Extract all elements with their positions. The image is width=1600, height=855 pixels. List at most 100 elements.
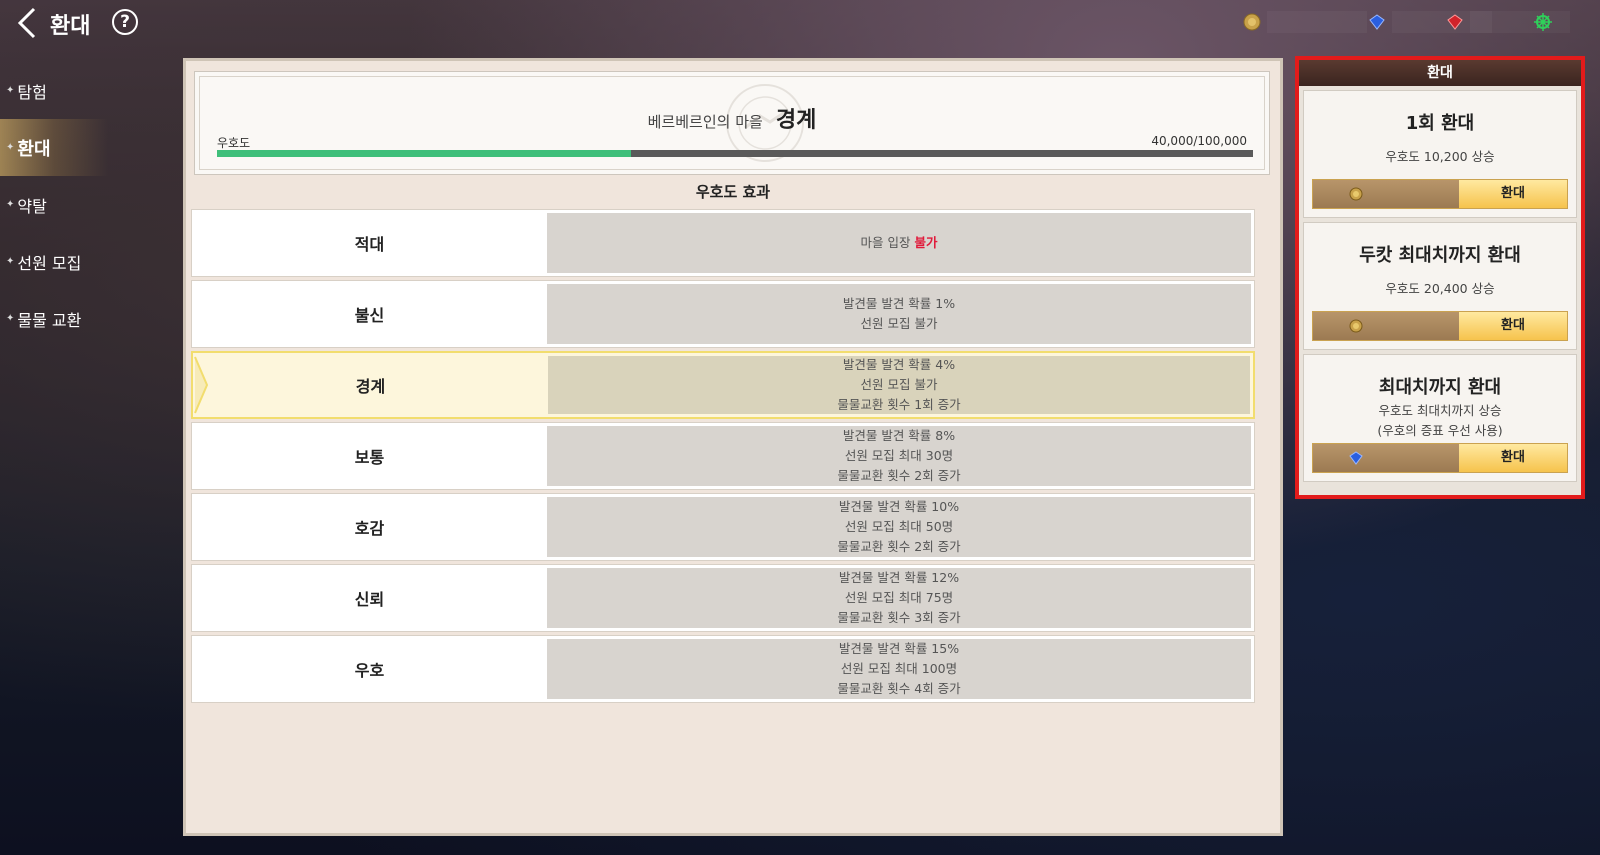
hospitality-button[interactable]: 환대: [1312, 179, 1568, 209]
effect-description: 발견물 발견 확률 15% 선원 모집 최대 100명물물교환 횟수 4회 증가: [547, 639, 1251, 699]
hospitality-title: 환대: [1299, 60, 1581, 86]
hospitality-desc-line: 우호도 최대치까지 상승: [1378, 403, 1502, 418]
help-icon[interactable]: ?: [112, 9, 138, 35]
effect-level-name: 신뢰: [354, 590, 385, 609]
effect-line: 물물교환 횟수 2회 증가: [837, 539, 961, 554]
hospitality-button-label: 환대: [1459, 312, 1567, 340]
effect-line: 발견물 발견 확률 12%: [838, 570, 960, 585]
hospitality-desc-line: 우호도 20,400 상승: [1385, 281, 1495, 296]
effect-row: 우호 발견물 발견 확률 15% 선원 모집 최대 100명물물교환 횟수 4회 증…: [191, 635, 1255, 703]
favor-label: 우호도: [217, 136, 251, 150]
effect-line: 선원 모집 최대 30명: [844, 448, 954, 463]
sidebar-item-label: 약탈: [17, 196, 47, 216]
effect-line: 발견물 발견 확률 4%: [842, 357, 956, 372]
currency-ship: [1534, 10, 1552, 34]
page-title: 환대: [50, 14, 91, 39]
nav-bullet-icon: ✦: [6, 256, 15, 267]
nav-bullet-icon: ✦: [6, 85, 15, 96]
hospitality-desc-line: (우호의 증표 우선 사용): [1377, 423, 1503, 438]
effect-description: 발견물 발견 확률 10% 선원 모집 최대 50명물물교환 횟수 2회 증가: [547, 497, 1251, 557]
hospitality-option-desc: 우호도 20,400 상승: [1304, 279, 1576, 299]
effect-description: 마을 입장 불가: [547, 213, 1251, 273]
effect-row: 불신 발견물 발견 확률 1% 선원 모집 불가: [191, 280, 1255, 348]
hospitality-option-desc: 우호도 10,200 상승: [1304, 147, 1576, 167]
gold-coin-icon: [1349, 319, 1363, 333]
sidebar-item-label: 선원 모집: [17, 253, 82, 273]
sidebar: ✦ 탐험 ✦ 환대 ✦ 약탈 ✦ 선원 모집 ✦ 물물 교환: [0, 62, 180, 347]
red-gem-icon: [1447, 14, 1463, 30]
current-level-arrow-icon: [194, 356, 209, 414]
effect-description: 발견물 발견 확률 8% 선원 모집 최대 30명물물교환 횟수 2회 증가: [547, 426, 1251, 486]
effects-table: 적대 마을 입장 불가 불신 발견물 발견 확률 1% 선원 모집 불가 경계 발견물 발견…: [191, 209, 1255, 706]
nav-bullet-icon: ✦: [6, 313, 15, 324]
hospitality-option-desc: 우호도 최대치까지 상승 (우호의 증표 우선 사용): [1304, 401, 1576, 441]
hospitality-desc-line: 우호도 10,200 상승: [1385, 149, 1495, 164]
favor-panel: 베르베르인의 마을 경계 우호도 40,000/100,000 우호도 효과 적…: [183, 58, 1283, 836]
sidebar-item-label: 환대: [17, 138, 51, 160]
effect-line: 선원 모집 불가: [860, 377, 938, 392]
cost-display: [1313, 180, 1459, 208]
hospitality-option-card: 1회 환대우호도 10,200 상승환대: [1303, 90, 1577, 218]
gold-coin-icon: [1243, 13, 1261, 31]
currency-gold: [1243, 10, 1367, 34]
cost-display: [1313, 444, 1459, 472]
effect-level-name: 적대: [354, 235, 385, 254]
currency-red-gem-amount: [1470, 11, 1570, 33]
village-name: 베르베르인의 마을: [647, 113, 763, 131]
effect-line: 물물교환 횟수 4회 증가: [837, 681, 961, 696]
sidebar-item-plunder[interactable]: ✦ 약탈: [0, 176, 180, 233]
effect-line: 선원 모집 최대 75명: [844, 590, 954, 605]
effect-level-name: 불신: [354, 306, 385, 325]
hospitality-button-label: 환대: [1459, 180, 1567, 208]
hospitality-option-card: 두캇 최대치까지 환대우호도 20,400 상승환대: [1303, 222, 1577, 350]
effect-line: 물물교환 횟수 3회 증가: [837, 610, 961, 625]
gold-coin-icon: [1349, 187, 1363, 201]
hospitality-panel: 환대 1회 환대 우호도 10,200 상승 환대 두캇 최대치까지 환대 우호도 20…: [1295, 56, 1585, 499]
effect-description: 발견물 발견 확률 4% 선원 모집 불가물물교환 횟수 1회 증가: [548, 356, 1250, 414]
effect-line: 발견물 발견 확률 15%: [838, 641, 960, 656]
effects-title: 우호도 효과: [695, 183, 771, 201]
hospitality-option-card: 최대치까지 환대우호도 최대치까지 상승 (우호의 증표 우선 사용) 환대: [1303, 354, 1577, 482]
back-arrow-icon[interactable]: [14, 6, 40, 40]
sidebar-item-barter[interactable]: ✦ 물물 교환: [0, 290, 180, 347]
effect-line: 발견물 발견 확률 1%: [842, 296, 956, 311]
favor-progress-bar: [217, 150, 1253, 157]
favor-progress-fill: [217, 150, 632, 157]
effect-description: 발견물 발견 확률 12% 선원 모집 최대 75명물물교환 횟수 3회 증가: [547, 568, 1251, 628]
effect-line: 마을 입장 불가: [860, 235, 938, 250]
hospitality-option-title: 1회 환대: [1405, 113, 1475, 134]
effect-line: 선원 모집 최대 50명: [844, 519, 954, 534]
effect-level-name: 보통: [354, 448, 385, 467]
blue-gem-icon: [1369, 14, 1385, 30]
village-title: 베르베르인의 마을 경계: [195, 102, 1269, 134]
sidebar-item-recruit[interactable]: ✦ 선원 모집: [0, 233, 180, 290]
sidebar-item-label: 물물 교환: [17, 310, 82, 330]
effect-level-name: 우호: [354, 661, 385, 680]
effect-line: 물물교환 횟수 1회 증가: [837, 397, 961, 412]
effect-level-name: 호감: [354, 519, 385, 538]
top-bar: 환대 ?: [0, 0, 1600, 44]
effect-line: 발견물 발견 확률 8%: [842, 428, 956, 443]
effect-description: 발견물 발견 확률 1% 선원 모집 불가: [547, 284, 1251, 344]
hospitality-button[interactable]: 환대: [1312, 311, 1568, 341]
ship-wheel-icon: [1534, 13, 1552, 31]
hospitality-option-title: 두캇 최대치까지 환대: [1359, 245, 1521, 266]
sidebar-item-hospitality[interactable]: ✦ 환대: [0, 119, 180, 176]
village-header: 베르베르인의 마을 경계 우호도 40,000/100,000: [194, 71, 1270, 175]
village-favor-level: 경계: [775, 108, 817, 133]
currency-gold-amount: [1267, 11, 1367, 33]
sidebar-item-explore[interactable]: ✦ 탐험: [0, 62, 180, 119]
effect-line: 물물교환 횟수 2회 증가: [837, 468, 961, 483]
hospitality-option-title: 최대치까지 환대: [1378, 377, 1502, 398]
sidebar-item-label: 탐험: [17, 82, 47, 102]
effect-line: 선원 모집 최대 100명: [840, 661, 958, 676]
nav-bullet-icon: ✦: [6, 199, 15, 210]
effect-row: 신뢰 발견물 발견 확률 12% 선원 모집 최대 75명물물교환 횟수 3회 증가: [191, 564, 1255, 632]
hospitality-button[interactable]: 환대: [1312, 443, 1568, 473]
nav-bullet-icon: ✦: [6, 142, 15, 153]
effect-line: 발견물 발견 확률 10%: [838, 499, 960, 514]
effect-row: 호감 발견물 발견 확률 10% 선원 모집 최대 50명물물교환 횟수 2회 증가: [191, 493, 1255, 561]
effect-line: 선원 모집 불가: [860, 316, 938, 331]
hospitality-button-label: 환대: [1459, 444, 1567, 472]
effect-row: 경계 발견물 발견 확률 4% 선원 모집 불가 물물교환 횟수 1회 증가: [191, 351, 1255, 419]
